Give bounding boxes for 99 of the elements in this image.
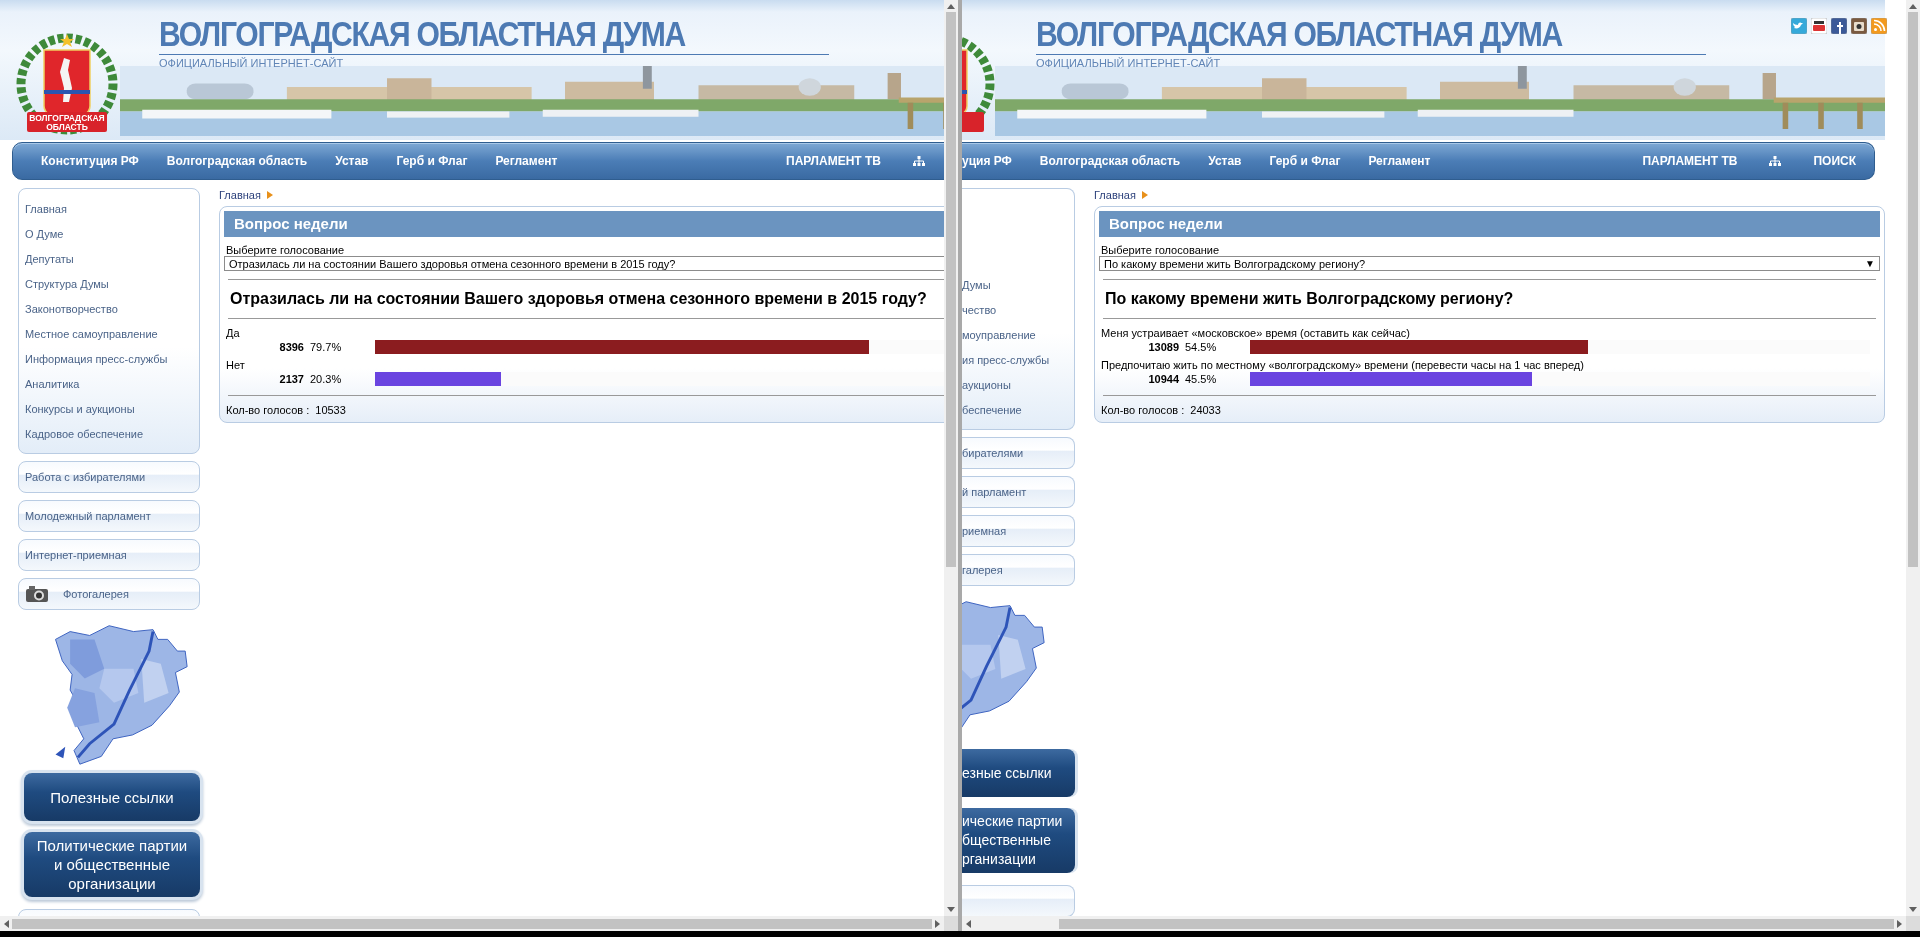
sidebar-link[interactable]: Конкурсы и аукционы — [19, 397, 199, 422]
scrollbar-thumb[interactable] — [12, 918, 932, 929]
sidebar-link[interactable]: чество — [962, 298, 1074, 323]
vertical-scrollbar[interactable] — [1906, 0, 1920, 916]
poll-title: Вопрос недели — [1099, 211, 1880, 237]
option-label: Меня устраивает «московское» время (оставить как сейчас) — [1100, 327, 1411, 339]
total-label: Кол-во голосов : — [1101, 404, 1185, 416]
nav-link[interactable]: Регламент — [481, 154, 572, 168]
arrow-icon — [266, 191, 273, 199]
vote-percent: 54.5% — [1184, 341, 1218, 353]
sidebar-button[interactable]: Фотогалерея — [18, 578, 200, 610]
sidebar-button[interactable]: й парламент — [962, 476, 1075, 508]
scrollbar-thumb[interactable] — [946, 12, 956, 567]
scroll-down-icon — [1909, 907, 1917, 912]
poll-title: Вопрос недели — [224, 211, 944, 237]
poll-select[interactable]: По какому времени жить Волгоградскому региону? ▼ — [1099, 256, 1880, 271]
nav-link[interactable]: Конституция РФ — [27, 154, 153, 168]
nav-link[interactable]: Регламент — [1354, 154, 1445, 168]
option-label: Предпочитаю жить по местному «волгоградскому» времени (перевести часы на 1 час вперед) — [1100, 359, 1585, 371]
sitemap-icon[interactable] — [1769, 156, 1782, 166]
vote-count: 13089 — [1147, 341, 1179, 353]
horizontal-scrollbar[interactable] — [962, 916, 1906, 931]
sidebar-link[interactable]: Главная — [19, 197, 199, 222]
nav-link[interactable]: ПАРЛАМЕНТ ТВ — [772, 154, 895, 168]
breadcrumb-link[interactable]: Главная — [219, 189, 261, 201]
sidebar-link[interactable]: беспечение — [962, 398, 1074, 423]
select-label: Выберите голосование — [1100, 244, 1221, 256]
nav-link[interactable]: ПАРЛАМЕНТ ТВ — [1628, 154, 1752, 168]
horizontal-scrollbar[interactable] — [0, 916, 944, 931]
scrollbar-thumb[interactable] — [1908, 12, 1918, 567]
vote-count: 2137 — [278, 373, 304, 385]
scroll-down-icon — [947, 907, 955, 912]
vote-count: 8396 — [278, 341, 304, 353]
link-button[interactable]: ические партии бщественные рганизации — [962, 808, 1075, 873]
option-label: Нет — [225, 359, 246, 371]
vertical-scrollbar[interactable] — [944, 0, 958, 916]
sidebar-link[interactable]: моуправление — [962, 323, 1074, 348]
sidebar-button[interactable]: Интернет-приемная — [18, 539, 200, 571]
scroll-right-icon — [935, 919, 940, 928]
scroll-left-icon — [966, 919, 971, 928]
sidebar-link[interactable]: аукционы — [962, 373, 1074, 398]
nav-link[interactable]: Волгоградская область — [1025, 154, 1195, 168]
scroll-right-icon — [1897, 919, 1902, 928]
scrollbar-thumb[interactable] — [1059, 918, 1894, 929]
nav-link[interactable]: Устав — [321, 154, 383, 168]
sidebar-link[interactable]: Информация пресс-службы — [19, 347, 199, 372]
facebook-icon[interactable] — [1831, 18, 1847, 34]
scrollbar-corner — [1906, 916, 1920, 931]
poll-question: По какому времени жить Волгоградскому региону? — [1104, 289, 1515, 309]
poll-question: Отразилась ли на состоянии Вашего здоровья отмена сезонного времени в 2015 году? — [229, 289, 928, 309]
sidebar-link[interactable]: Кадровое обеспечение — [19, 422, 199, 447]
nav-link[interactable]: уция РФ — [962, 154, 1026, 168]
youtube-icon[interactable] — [1811, 18, 1827, 34]
sidebar-link[interactable]: ия пресс-службы — [962, 348, 1074, 373]
sidebar-button[interactable]: Работа с избирателями — [18, 461, 200, 493]
sidebar-button[interactable]: Молодежный парламент — [18, 500, 200, 532]
vote-percent: 20.3% — [309, 373, 343, 385]
nav-link[interactable]: Герб и Флаг — [382, 154, 482, 168]
emblem-caption: ВОЛГОГРАДСКАЯ — [29, 113, 105, 123]
scroll-left-icon — [4, 919, 9, 928]
site-subtitle: ОФИЦИАЛЬНЫЙ ИНТЕРНЕТ-САЙТ — [1036, 54, 1706, 69]
sidebar-button[interactable]: риемная — [962, 515, 1075, 547]
sidebar-link[interactable]: Местное самоуправление — [19, 322, 199, 347]
breadcrumb-link[interactable]: Главная — [1094, 189, 1136, 201]
scroll-up-icon — [1909, 4, 1917, 9]
vote-percent: 45.5% — [1184, 373, 1218, 385]
sidebar-link[interactable]: Депутаты — [19, 247, 199, 272]
sidebar-link[interactable]: Думы — [962, 273, 1074, 298]
link-button[interactable]: езные ссылки — [962, 749, 1075, 797]
arrow-icon — [1141, 191, 1148, 199]
select-label: Выберите голосование — [225, 244, 346, 256]
instagram-icon[interactable] — [1851, 18, 1867, 34]
poll-select[interactable]: Отразилась ли на состоянии Вашего здоровья отмена сезонного времени в 2015 году? — [224, 256, 944, 271]
link-button[interactable]: Полезные ссылки — [24, 773, 200, 821]
total-votes: 24033 — [1190, 404, 1221, 416]
sidebar-link[interactable]: Структура Думы — [19, 272, 199, 297]
search-link[interactable]: ПОИСК — [1799, 154, 1870, 168]
vote-count: 10944 — [1147, 373, 1179, 385]
sidebar-link[interactable]: Аналитика — [19, 372, 199, 397]
camera-icon — [25, 585, 49, 603]
nav-link[interactable]: Волгоградская область — [152, 154, 322, 168]
total-votes: 10533 — [315, 404, 346, 416]
site-title: ВОЛГОГРАДСКАЯ ОБЛАСТНАЯ ДУМА — [1036, 14, 1562, 54]
site-title: ВОЛГОГРАДСКАЯ ОБЛАСТНАЯ ДУМА — [159, 14, 685, 54]
nav-link[interactable]: Устав — [1194, 154, 1256, 168]
sidebar-link[interactable]: Законотворчество — [19, 297, 199, 322]
site-subtitle: ОФИЦИАЛЬНЫЙ ИНТЕРНЕТ-САЙТ — [159, 54, 829, 69]
vote-percent: 79.7% — [309, 341, 343, 353]
emblem-caption: ОБЛАСТЬ — [46, 122, 88, 132]
scroll-up-icon — [947, 4, 955, 9]
sidebar-link[interactable]: О Думе — [19, 222, 199, 247]
option-label: Да — [225, 327, 241, 339]
sidebar-button[interactable]: галерея — [962, 554, 1075, 586]
nav-link[interactable]: Герб и Флаг — [1255, 154, 1355, 168]
total-label: Кол-во голосов : — [226, 404, 310, 416]
sidebar-button[interactable]: бирателями — [962, 437, 1075, 469]
link-button[interactable]: Политические партии и общественные организации — [24, 832, 200, 897]
scrollbar-corner — [944, 916, 958, 931]
sitemap-icon[interactable] — [913, 156, 925, 166]
